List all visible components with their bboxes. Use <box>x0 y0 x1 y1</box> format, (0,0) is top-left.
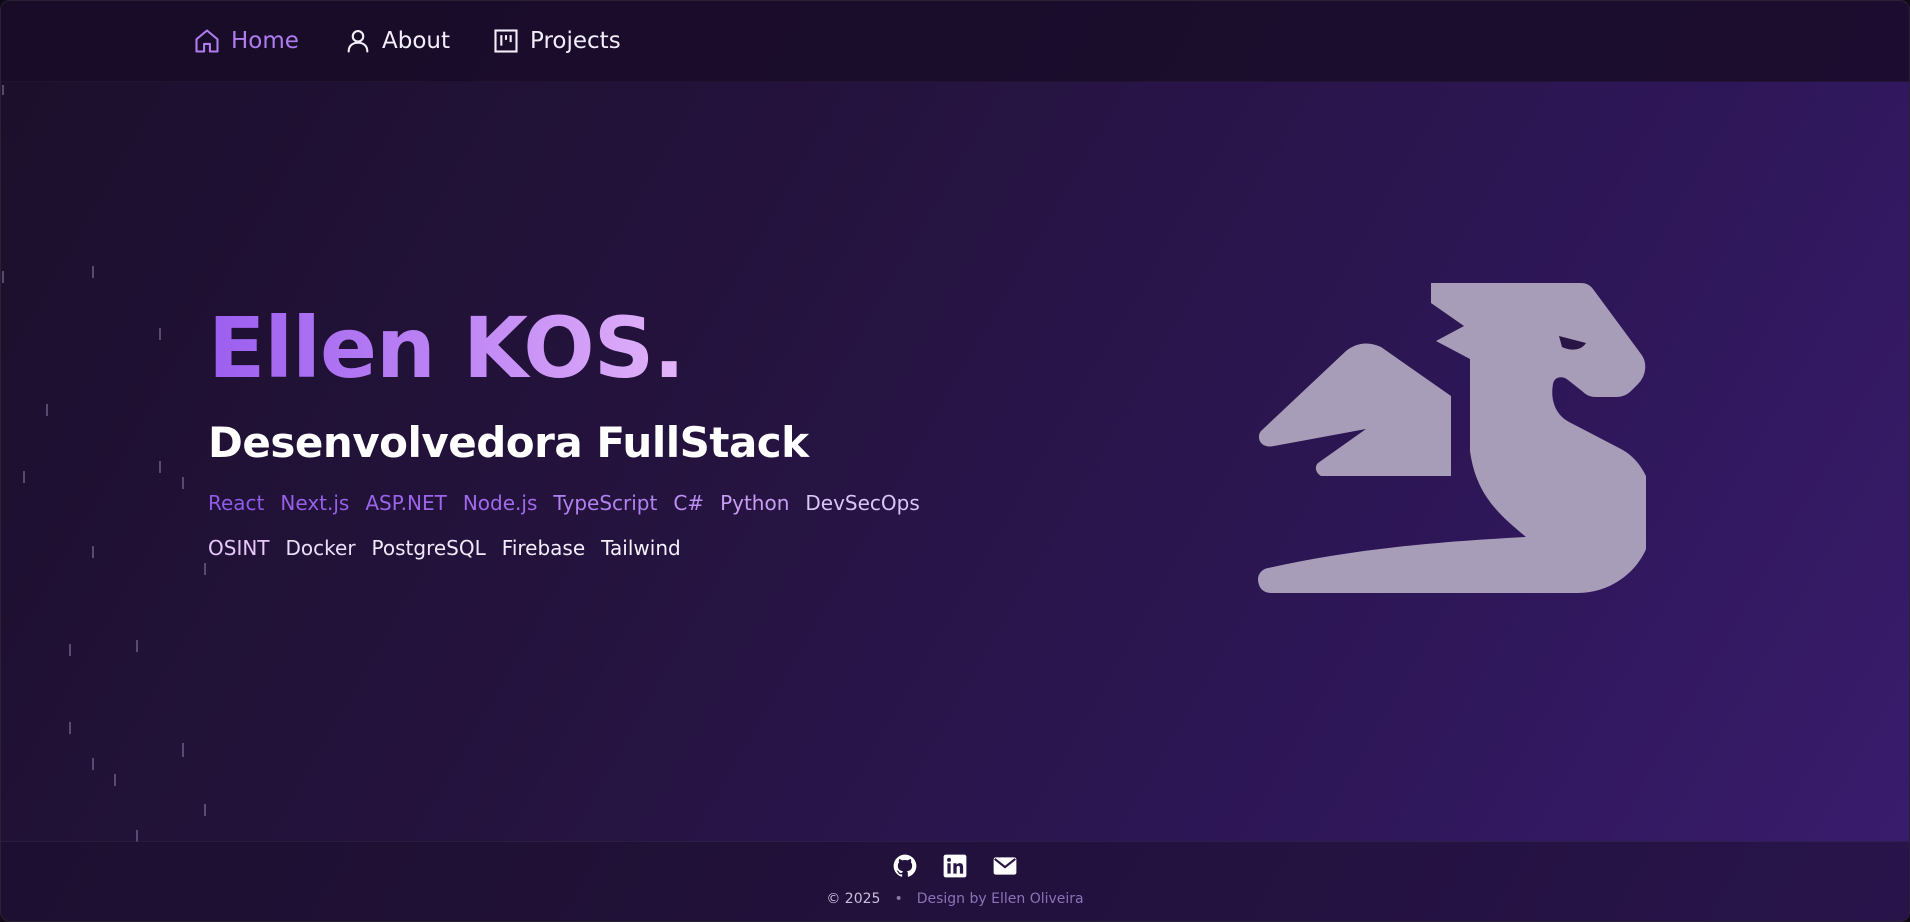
nav-home[interactable]: Home <box>193 23 299 59</box>
nav-about-label: About <box>382 28 451 54</box>
home-icon <box>195 29 219 53</box>
tech-tag: Firebase <box>501 536 586 560</box>
rain-streak <box>159 461 161 473</box>
tech-tag: Tailwind <box>601 536 681 560</box>
rain-streak <box>204 563 206 575</box>
rain-streak <box>69 644 71 656</box>
tech-tag: TypeScript <box>553 491 658 515</box>
nav-projects-label: Projects <box>530 28 621 54</box>
tech-list-row-1: React Next.js ASP.NET Node.js TypeScript… <box>208 491 920 515</box>
nav-about[interactable]: About <box>344 23 450 59</box>
rain-streak <box>69 722 71 734</box>
page-frame: Home About Projects Ellen KOS. Desenvolv… <box>0 0 1910 922</box>
rain-streak <box>23 471 25 483</box>
hero-name: Ellen KOS. <box>208 299 685 397</box>
rain-streak <box>92 758 94 770</box>
tech-tag: React <box>208 491 265 515</box>
tech-tag: Docker <box>285 536 356 560</box>
rain-streak <box>136 640 138 652</box>
rain-streak <box>182 477 184 489</box>
tech-tag: Python <box>720 491 790 515</box>
nav-home-label: Home <box>231 28 299 54</box>
tech-tag: OSINT <box>208 536 270 560</box>
nav-projects[interactable]: Projects <box>492 23 621 59</box>
mail-icon[interactable] <box>992 853 1018 879</box>
rain-streak <box>2 85 4 95</box>
dragon-logo <box>1258 283 1646 593</box>
rain-streak <box>159 328 161 340</box>
tech-list-row-2: OSINT Docker PostgreSQL Firebase Tailwin… <box>208 536 681 560</box>
kanban-icon <box>494 29 518 53</box>
hero-role: Desenvolvedora FullStack <box>208 418 809 467</box>
user-icon <box>347 30 369 53</box>
tech-tag: Node.js <box>462 491 538 515</box>
rain-streak <box>92 546 94 558</box>
tech-tag: Next.js <box>280 491 350 515</box>
footer-separator: • <box>894 891 903 907</box>
rain-streak <box>204 804 206 816</box>
footer-text: © 2025 • Design by Ellen Oliveira <box>1 891 1909 907</box>
tech-tag: C# <box>673 491 705 515</box>
rain-streak <box>92 266 94 278</box>
tech-tag: PostgreSQL <box>371 536 486 560</box>
top-navbar: Home About Projects <box>1 1 1909 82</box>
rain-streak <box>114 774 116 786</box>
linkedin-icon[interactable] <box>942 853 968 879</box>
tech-tag: ASP.NET <box>365 491 447 515</box>
copyright: © 2025 <box>826 891 881 907</box>
github-icon[interactable] <box>892 853 918 879</box>
design-credit: Design by Ellen Oliveira <box>916 891 1084 907</box>
social-links <box>1 853 1909 879</box>
rain-streak <box>2 271 4 283</box>
tech-tag: DevSecOps <box>805 491 920 515</box>
rain-streak <box>46 404 48 416</box>
rain-streak <box>182 743 184 757</box>
